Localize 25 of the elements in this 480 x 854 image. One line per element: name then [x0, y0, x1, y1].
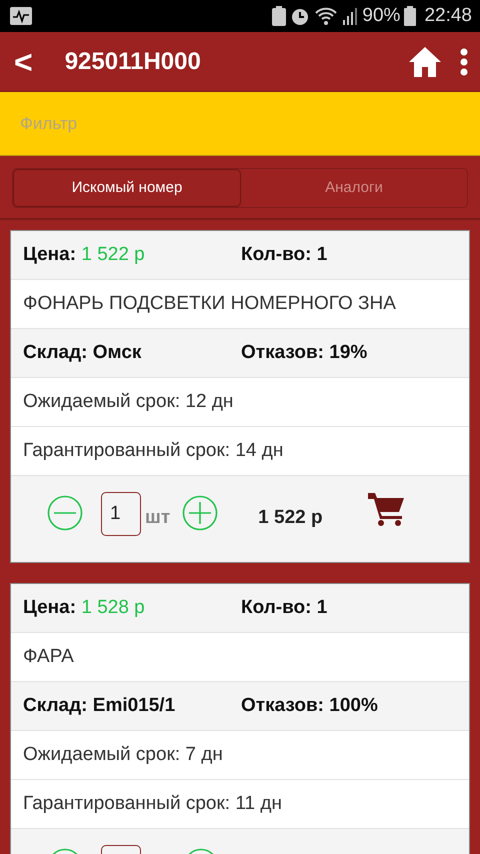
price-value: 1 528 р [81, 596, 145, 618]
expected-delivery: Ожидаемый срок: 7 дн [23, 742, 223, 767]
tab[interactable]: Искомый номер [13, 169, 241, 207]
price-value: 1 522 р [81, 244, 145, 265]
screen-title: 925011H000 [64, 46, 201, 76]
price-label: Цена: [23, 244, 76, 265]
warehouse: Склад: Омск [23, 340, 142, 365]
refusal-rate: Отказов: 19% [241, 340, 368, 365]
order-total: 1 522 р [258, 506, 324, 530]
guaranteed-delivery: Гарантированный срок: 14 дн [23, 438, 284, 463]
quantity-available: Кол-во: 1 [241, 596, 328, 620]
battery-level: 90% [362, 4, 400, 28]
expected-delivery: Ожидаемый срок: 12 дн [23, 390, 234, 414]
guaranteed-delivery: Гарантированный срок: 11 дн [23, 792, 282, 816]
part-name: ФАРА [23, 644, 74, 669]
price-label: Цена: [23, 596, 76, 618]
quantity-available: Кол-во: 1 [241, 242, 328, 267]
part-name: ФОНАРЬ ПОДСВЕТКИ НОМЕРНОГО ЗНА [23, 292, 396, 316]
unit-label: шт [145, 506, 170, 530]
filter-field[interactable]: Фильтр [0, 92, 480, 155]
clock: 22:48 [424, 4, 472, 28]
quantity-field[interactable]: 1 [101, 492, 141, 536]
refusal-rate: Отказов: 100% [241, 694, 378, 718]
back-button[interactable]: < [8, 46, 39, 78]
warehouse: Склад: Emi015/1 [23, 694, 176, 718]
